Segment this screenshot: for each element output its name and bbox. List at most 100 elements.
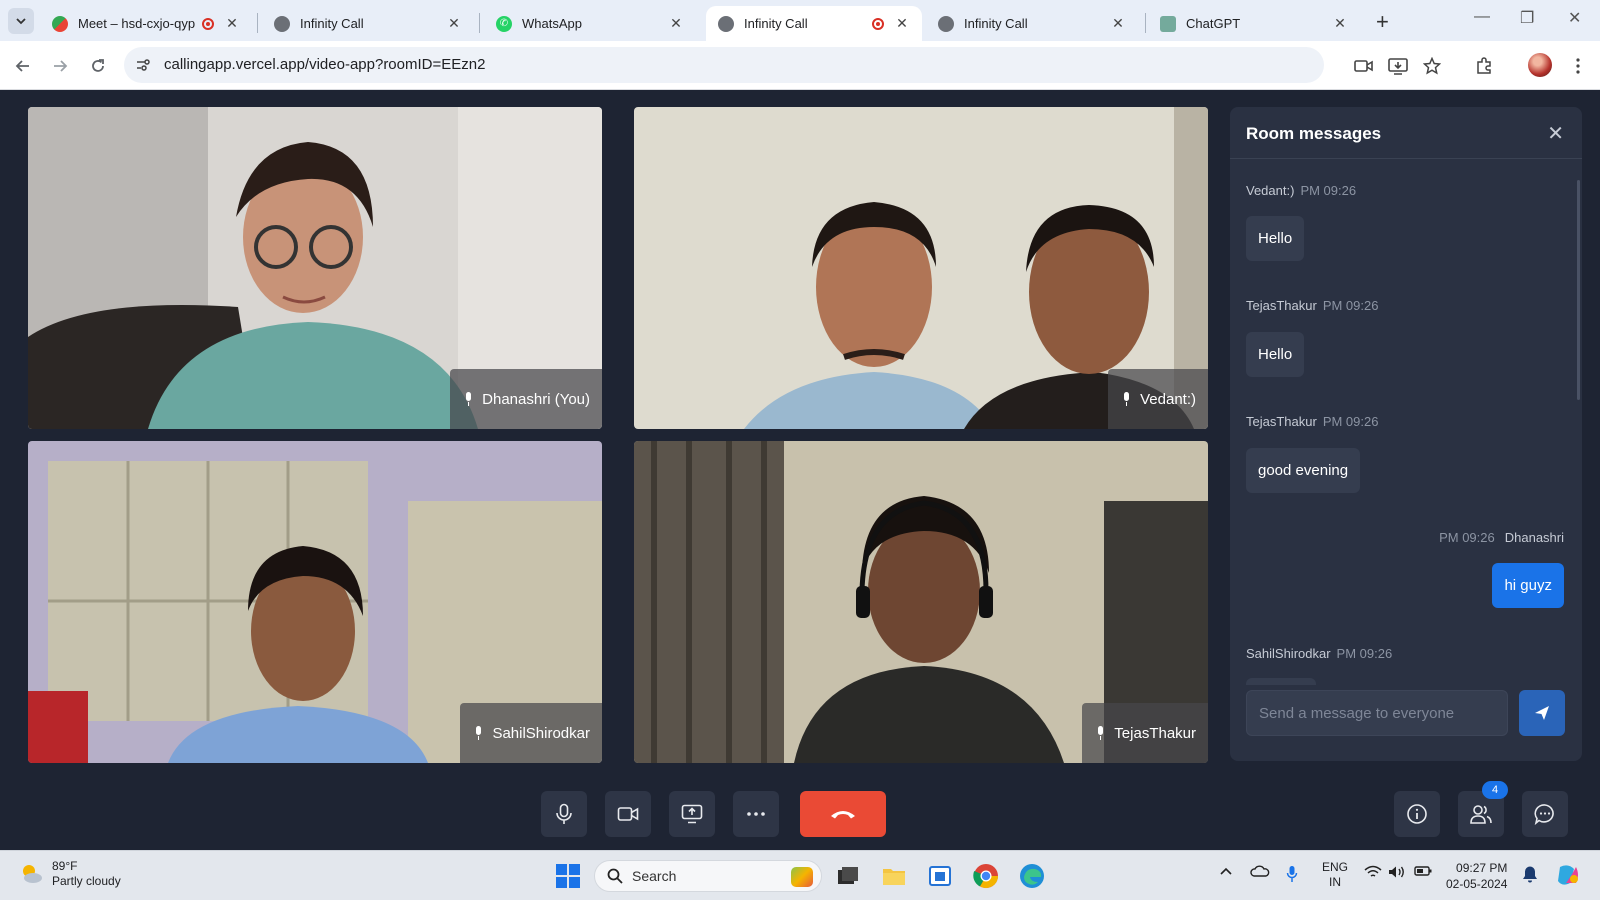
new-tab-button[interactable]: + — [1376, 9, 1389, 35]
extensions-icon[interactable] — [1472, 54, 1496, 78]
chrome-icon[interactable] — [972, 862, 1000, 890]
windows-start-icon[interactable] — [554, 862, 582, 890]
info-icon — [1407, 804, 1427, 824]
video-tile[interactable]: Dhanashri (You) — [28, 107, 602, 429]
chat-title: Room messages — [1246, 124, 1382, 143]
address-bar[interactable]: callingapp.vercel.app/video-app?roomID=E… — [124, 47, 1324, 83]
browser-tab-active[interactable]: Infinity Call ✕ — [706, 6, 922, 41]
video-call-app: Dhanashri (You) Vedant:) SahilShirodkar … — [0, 90, 1600, 850]
close-tab-icon[interactable]: ✕ — [224, 15, 240, 32]
site-settings-icon[interactable] — [134, 56, 152, 74]
more-horizontal-icon — [747, 812, 765, 816]
participant-name: Dhanashri (You) — [482, 390, 590, 408]
close-tab-icon[interactable]: ✕ — [894, 15, 910, 32]
browser-tab[interactable]: ChatGPT ✕ — [1148, 6, 1360, 41]
message-input[interactable] — [1247, 691, 1507, 735]
meeting-info-button[interactable] — [1394, 791, 1440, 837]
participants-button[interactable]: 4 — [1458, 781, 1508, 837]
tab-title: Meet – hsd-cxjo-qyp — [78, 16, 196, 31]
close-tab-icon[interactable]: ✕ — [446, 15, 462, 32]
message-time: PM 09:26 — [1322, 414, 1379, 429]
video-tile[interactable]: Vedant:) — [634, 107, 1208, 429]
close-window-button[interactable]: ✕ — [1568, 8, 1581, 28]
room-messages-panel: Room messages ✕ Vedant:) PM 09:26 Hello T… — [1230, 107, 1582, 761]
show-hidden-icons-icon[interactable] — [1220, 865, 1232, 880]
weather-temperature: 89°F — [52, 859, 78, 873]
edge-icon[interactable] — [1018, 862, 1046, 890]
onedrive-icon[interactable] — [1250, 865, 1270, 880]
microphone-icon — [556, 803, 572, 824]
language-code: ENG — [1322, 860, 1349, 874]
store-app-icon[interactable] — [926, 862, 954, 890]
restore-button[interactable]: ❐ — [1520, 8, 1534, 28]
message-meta: Vedant:) PM 09:26 — [1246, 183, 1356, 198]
more-options-button[interactable] — [733, 791, 779, 837]
participant-name: TejasThakur — [1114, 724, 1196, 742]
camera-button[interactable] — [605, 791, 651, 837]
install-app-icon[interactable] — [1386, 54, 1410, 78]
mic-icon — [1096, 726, 1105, 740]
reload-icon — [92, 59, 104, 72]
mic-icon — [1122, 392, 1131, 406]
clock-time: 09:27 PM — [1456, 861, 1508, 875]
browser-tab[interactable]: Meet – hsd-cxjo-qyp ✕ — [40, 6, 252, 41]
forward-button[interactable] — [47, 53, 73, 79]
profile-avatar[interactable] — [1528, 53, 1552, 77]
participant-nametag: TejasThakur — [1082, 703, 1208, 763]
file-explorer-icon[interactable] — [880, 862, 908, 890]
wifi-icon[interactable] — [1364, 865, 1382, 882]
browser-tab[interactable]: Infinity Call ✕ — [262, 6, 474, 41]
message-list[interactable]: Vedant:) PM 09:26 Hello TejasThakur PM 09:… — [1230, 160, 1582, 685]
tab-search-button[interactable] — [8, 8, 34, 34]
message-time: PM 09:26 — [1336, 646, 1393, 661]
chat-button[interactable] — [1522, 791, 1568, 837]
share-screen-button[interactable] — [669, 791, 715, 837]
message-meta: TejasThakur PM 09:26 — [1246, 298, 1378, 313]
message-meta: SahilShirodkar PM 09:26 — [1246, 646, 1392, 661]
volume-icon[interactable] — [1388, 865, 1406, 882]
battery-icon[interactable] — [1414, 865, 1432, 880]
browser-tab[interactable]: Infinity Call ✕ — [926, 6, 1138, 41]
end-call-button[interactable] — [800, 791, 886, 837]
tab-separator — [1145, 13, 1146, 33]
chat-scrollbar[interactable] — [1577, 180, 1580, 400]
message-bubble-own: hi guyz — [1492, 563, 1564, 608]
close-tab-icon[interactable]: ✕ — [1332, 15, 1348, 32]
taskbar-search[interactable]: Search — [594, 860, 822, 892]
reload-button[interactable] — [85, 53, 111, 79]
recording-icon — [202, 17, 214, 30]
task-view-icon[interactable] — [834, 862, 862, 890]
hang-up-phone-icon — [831, 811, 855, 819]
microphone-button[interactable] — [541, 791, 587, 837]
message-sender: SahilShirodkar — [1246, 646, 1331, 661]
close-icon[interactable]: ✕ — [1547, 121, 1564, 146]
close-tab-icon[interactable]: ✕ — [1110, 15, 1126, 32]
mic-icon — [464, 392, 473, 406]
close-tab-icon[interactable]: ✕ — [668, 15, 684, 32]
browser-tab[interactable]: ✆ WhatsApp ✕ — [484, 6, 696, 41]
message-time: PM 09:26 — [1439, 530, 1495, 545]
language-indicator[interactable]: ENG IN — [1322, 860, 1348, 890]
bookmark-star-icon[interactable] — [1420, 54, 1444, 78]
send-button[interactable] — [1519, 690, 1565, 736]
message-time: PM 09:26 — [1322, 298, 1379, 313]
share-screen-icon — [681, 804, 703, 824]
notifications-bell-icon[interactable] — [1522, 865, 1538, 886]
browser-tab-strip: Meet – hsd-cxjo-qyp ✕ Infinity Call ✕ ✆ … — [0, 0, 1600, 41]
mic-icon — [474, 726, 483, 740]
message-time: PM 09:26 — [1300, 183, 1357, 198]
arrow-left-icon — [15, 60, 29, 72]
camera-in-use-icon[interactable] — [1352, 54, 1376, 78]
minimize-button[interactable]: — — [1474, 8, 1490, 26]
whatsapp-favicon-icon: ✆ — [496, 15, 512, 32]
weather-widget[interactable]: 89°F Partly cloudy — [18, 859, 121, 889]
video-tile[interactable]: TejasThakur — [634, 441, 1208, 763]
video-tile[interactable]: SahilShirodkar — [28, 441, 602, 763]
system-clock[interactable]: 09:27 PM 02-05-2024 — [1446, 860, 1507, 892]
microphone-tray-icon[interactable] — [1286, 865, 1298, 886]
menu-kebab-icon[interactable] — [1566, 54, 1590, 78]
back-button[interactable] — [10, 53, 36, 79]
copilot-icon[interactable] — [1554, 861, 1582, 889]
message-input-box[interactable] — [1246, 690, 1508, 736]
tab-title: Infinity Call — [964, 16, 1028, 31]
